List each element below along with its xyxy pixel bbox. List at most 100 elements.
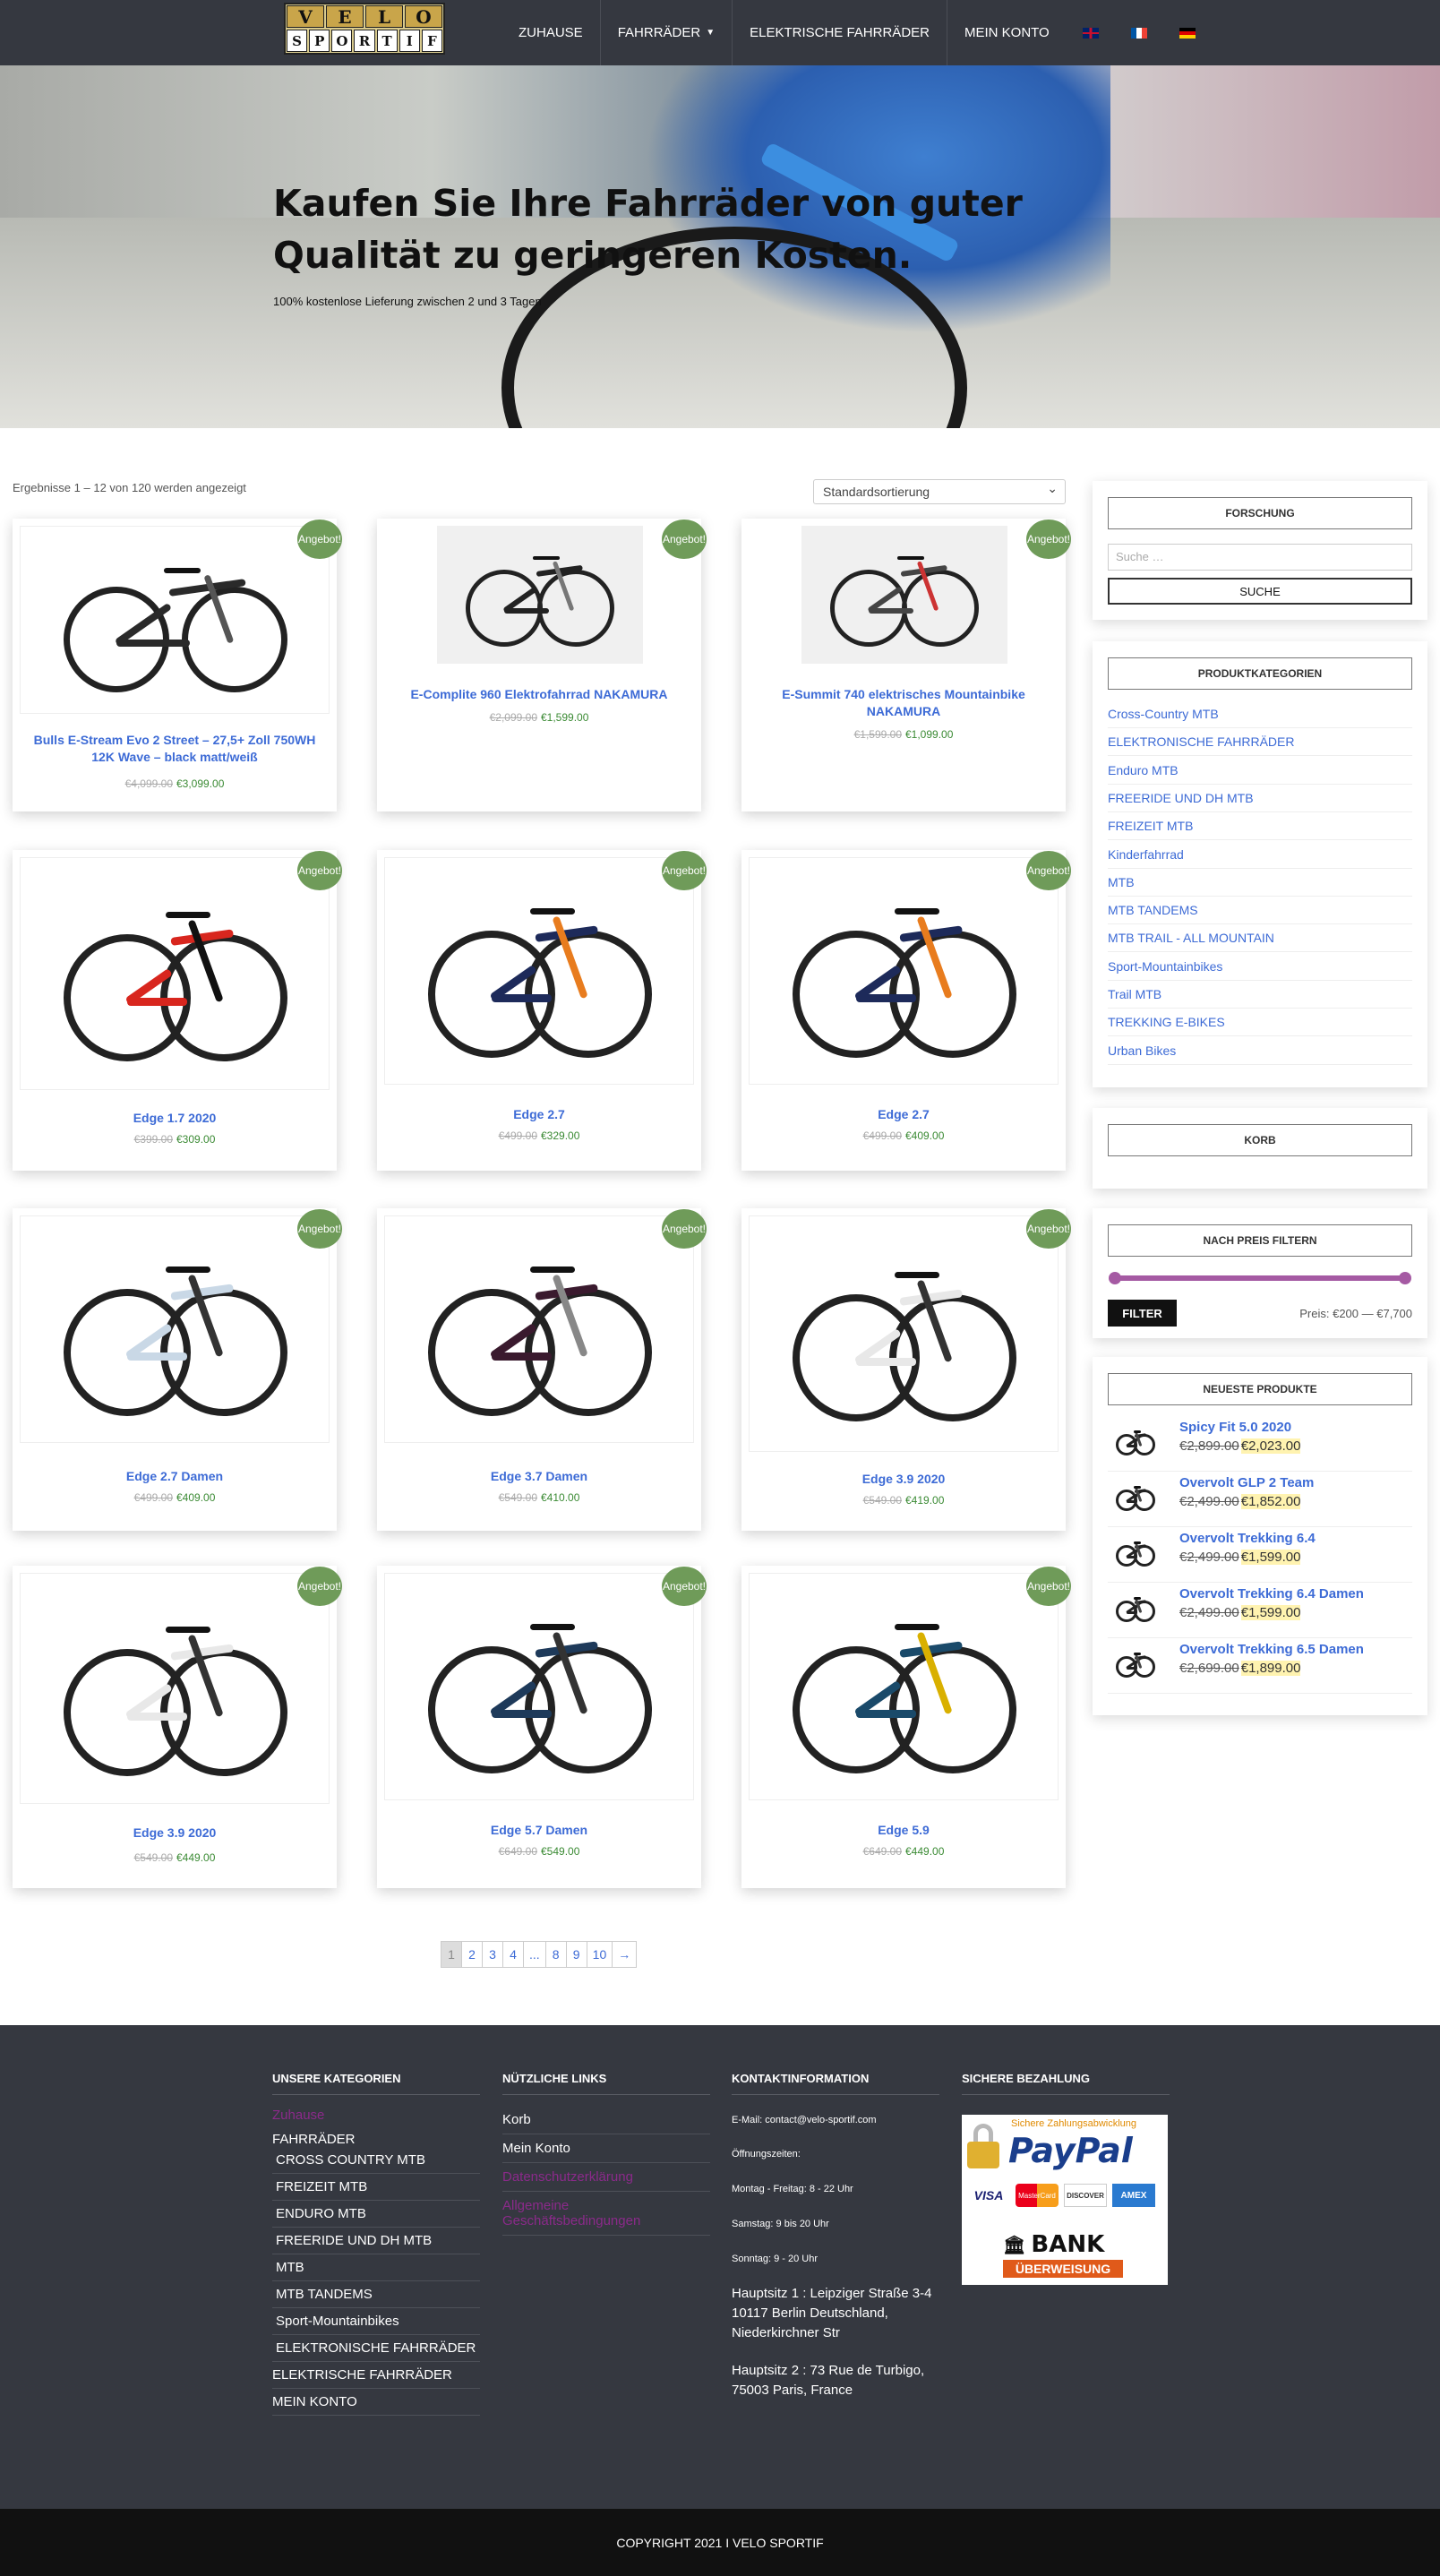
footer-link[interactable]: FAHRRÄDER xyxy=(272,2132,480,2147)
product-title[interactable]: Edge 2.7 Damen xyxy=(21,1468,328,1485)
category-link[interactable]: Sport-Mountainbikes xyxy=(1108,953,1412,981)
menu-item-elektrische-fahrraeder[interactable]: ELEKTRISCHE FAHRRÄDER xyxy=(733,0,947,65)
category-link[interactable]: Cross-Country MTB xyxy=(1108,700,1412,728)
product-image[interactable] xyxy=(20,526,330,714)
category-link[interactable]: FREERIDE UND DH MTB xyxy=(1108,785,1412,812)
product-thumbnail[interactable] xyxy=(1108,1533,1163,1572)
newest-product-title[interactable]: Overvolt Trekking 6.5 Damen xyxy=(1179,1642,1364,1657)
product-image[interactable] xyxy=(384,1215,694,1443)
product-card[interactable]: Angebot! E-Summit 740 elektrisches Mount… xyxy=(741,519,1071,811)
newest-product-title[interactable]: Overvolt GLP 2 Team xyxy=(1179,1475,1314,1490)
category-link[interactable]: Kinderfahrrad xyxy=(1108,841,1412,869)
search-button[interactable]: SUCHE xyxy=(1108,578,1412,605)
category-link[interactable]: Trail MTB xyxy=(1108,981,1412,1009)
product-card[interactable]: Angebot! Bulls E-Stream Evo 2 Street – 2… xyxy=(13,519,342,811)
product-title[interactable]: Edge 5.9 xyxy=(750,1822,1057,1839)
category-link[interactable]: Urban Bikes xyxy=(1108,1037,1412,1065)
filter-button[interactable]: FILTER xyxy=(1108,1300,1177,1327)
product-thumbnail[interactable] xyxy=(1108,1644,1163,1683)
product-image[interactable] xyxy=(749,526,1059,664)
search-input[interactable]: Suche … xyxy=(1108,544,1412,571)
category-link[interactable]: Enduro MTB xyxy=(1108,757,1412,785)
footer-link[interactable]: MEIN KONTO xyxy=(272,2389,480,2416)
menu-item-mein-konto[interactable]: MEIN KONTO xyxy=(947,0,1067,65)
product-image[interactable] xyxy=(384,857,694,1085)
newest-product-item[interactable]: Spicy Fit 5.0 2020 €2,899.00 €2,023.00 xyxy=(1108,1416,1412,1472)
product-image[interactable] xyxy=(384,1573,694,1800)
product-card[interactable]: Angebot! Edge 3.9 2020 €549.00 €419.00 xyxy=(741,1208,1071,1531)
newest-product-title[interactable]: Spicy Fit 5.0 2020 xyxy=(1179,1420,1291,1435)
product-title[interactable]: E-Complite 960 Elektrofahrrad NAKAMURA xyxy=(386,686,692,703)
site-logo[interactable]: V E L O S P O R T I F xyxy=(284,3,445,55)
product-image[interactable] xyxy=(20,857,330,1090)
product-image[interactable] xyxy=(384,526,694,664)
price-slider[interactable] xyxy=(1109,1272,1411,1284)
newest-product-item[interactable]: Overvolt Trekking 6.4 €2,499.00 €1,599.00 xyxy=(1108,1527,1412,1583)
product-card[interactable]: Angebot! Edge 2.7 €499.00 €329.00 xyxy=(377,850,707,1171)
footer-sub-link[interactable]: ELEKTRONISCHE FAHRRÄDER xyxy=(272,2335,480,2362)
product-title[interactable]: Edge 2.7 xyxy=(750,1106,1057,1123)
product-image[interactable] xyxy=(20,1573,330,1804)
newest-product-title[interactable]: Overvolt Trekking 6.4 Damen xyxy=(1179,1586,1364,1601)
product-image[interactable] xyxy=(749,1573,1059,1800)
product-card[interactable]: Angebot! Edge 3.7 Damen €549.00 €410.00 xyxy=(377,1208,707,1531)
menu-item-zuhause[interactable]: ZUHAUSE xyxy=(501,0,601,65)
footer-link[interactable]: Datenschutzerklärung xyxy=(502,2163,710,2192)
category-link[interactable]: MTB xyxy=(1108,869,1412,897)
product-image[interactable] xyxy=(749,1215,1059,1452)
footer-link[interactable]: ELEKTRISCHE FAHRRÄDER xyxy=(272,2362,480,2389)
newest-product-item[interactable]: Overvolt Trekking 6.5 Damen €2,699.00 €1,… xyxy=(1108,1638,1412,1694)
product-card[interactable]: Angebot! Edge 2.7 €499.00 €409.00 xyxy=(741,850,1071,1171)
next-page-arrow-icon[interactable]: → xyxy=(612,1941,638,1968)
footer-link[interactable]: Korb xyxy=(502,2106,710,2134)
footer-sub-link[interactable]: MTB TANDEMS xyxy=(272,2281,480,2308)
newest-product-title[interactable]: Overvolt Trekking 6.4 xyxy=(1179,1531,1316,1546)
product-title[interactable]: Edge 1.7 2020 xyxy=(21,1110,328,1127)
category-link[interactable]: FREIZEIT MTB xyxy=(1108,812,1412,841)
product-image[interactable] xyxy=(749,857,1059,1085)
category-link[interactable]: ELEKTRONISCHE FAHRRÄDER xyxy=(1108,728,1412,757)
flag-de-icon[interactable] xyxy=(1179,27,1196,39)
slider-max-handle[interactable] xyxy=(1399,1272,1411,1284)
product-title[interactable]: Edge 3.9 2020 xyxy=(21,1825,328,1842)
page-link[interactable]: 3 xyxy=(482,1941,503,1968)
slider-min-handle[interactable] xyxy=(1109,1272,1121,1284)
product-card[interactable]: Angebot! Edge 5.7 Damen €649.00 €549.00 xyxy=(377,1566,707,1888)
product-thumbnail[interactable] xyxy=(1108,1421,1163,1461)
newest-product-item[interactable]: Overvolt GLP 2 Team €2,499.00 €1,852.00 xyxy=(1108,1472,1412,1527)
footer-sub-link[interactable]: CROSS COUNTRY MTB xyxy=(272,2147,480,2174)
page-link[interactable]: 1 xyxy=(441,1941,462,1968)
product-title[interactable]: Edge 3.9 2020 xyxy=(750,1471,1057,1488)
menu-item-fahrraeder[interactable]: FAHRRÄDER ▼ xyxy=(601,0,733,65)
footer-link[interactable]: Mein Konto xyxy=(502,2134,710,2163)
footer-sub-link[interactable]: Sport-Mountainbikes xyxy=(272,2308,480,2335)
category-link[interactable]: MTB TANDEMS xyxy=(1108,897,1412,925)
flag-fr-icon[interactable] xyxy=(1130,27,1147,39)
category-link[interactable]: MTB TRAIL - ALL MOUNTAIN xyxy=(1108,924,1412,953)
footer-link[interactable]: Allgemeine Geschäftsbedingungen xyxy=(502,2192,710,2236)
product-card[interactable]: Angebot! Edge 3.9 2020 €549.00 €449.00 xyxy=(13,1566,342,1888)
page-link[interactable]: 9 xyxy=(565,1941,587,1968)
sort-select[interactable]: Standardsortierung xyxy=(813,479,1066,504)
product-title[interactable]: Edge 5.7 Damen xyxy=(386,1822,692,1839)
footer-sub-link[interactable]: FREIZEIT MTB xyxy=(272,2174,480,2201)
product-image[interactable] xyxy=(20,1215,330,1443)
page-link[interactable]: 4 xyxy=(502,1941,524,1968)
product-title[interactable]: Edge 3.7 Damen xyxy=(386,1468,692,1485)
footer-sub-link[interactable]: MTB xyxy=(272,2254,480,2281)
product-card[interactable]: Angebot! Edge 1.7 2020 €399.00 €309.00 xyxy=(13,850,342,1171)
product-thumbnail[interactable] xyxy=(1108,1477,1163,1516)
page-link[interactable]: 8 xyxy=(544,1941,567,1968)
flag-uk-icon[interactable] xyxy=(1082,27,1099,39)
footer-sub-link[interactable]: FREERIDE UND DH MTB xyxy=(272,2228,480,2254)
product-card[interactable]: Angebot! Edge 5.9 €649.00 €449.00 xyxy=(741,1566,1071,1888)
footer-sub-link[interactable]: ENDURO MTB xyxy=(272,2201,480,2228)
page-link[interactable]: 2 xyxy=(461,1941,483,1968)
newest-product-item[interactable]: Overvolt Trekking 6.4 Damen €2,499.00 €1,… xyxy=(1108,1583,1412,1638)
product-card[interactable]: Angebot! Edge 2.7 Damen €499.00 €409.00 xyxy=(13,1208,342,1531)
product-title[interactable]: Bulls E-Stream Evo 2 Street – 27,5+ Zoll… xyxy=(21,732,328,766)
product-thumbnail[interactable] xyxy=(1108,1588,1163,1627)
product-title[interactable]: Edge 2.7 xyxy=(386,1106,692,1123)
category-link[interactable]: TREKKING E-BIKES xyxy=(1108,1009,1412,1037)
footer-link[interactable]: Zuhause xyxy=(272,2108,480,2123)
